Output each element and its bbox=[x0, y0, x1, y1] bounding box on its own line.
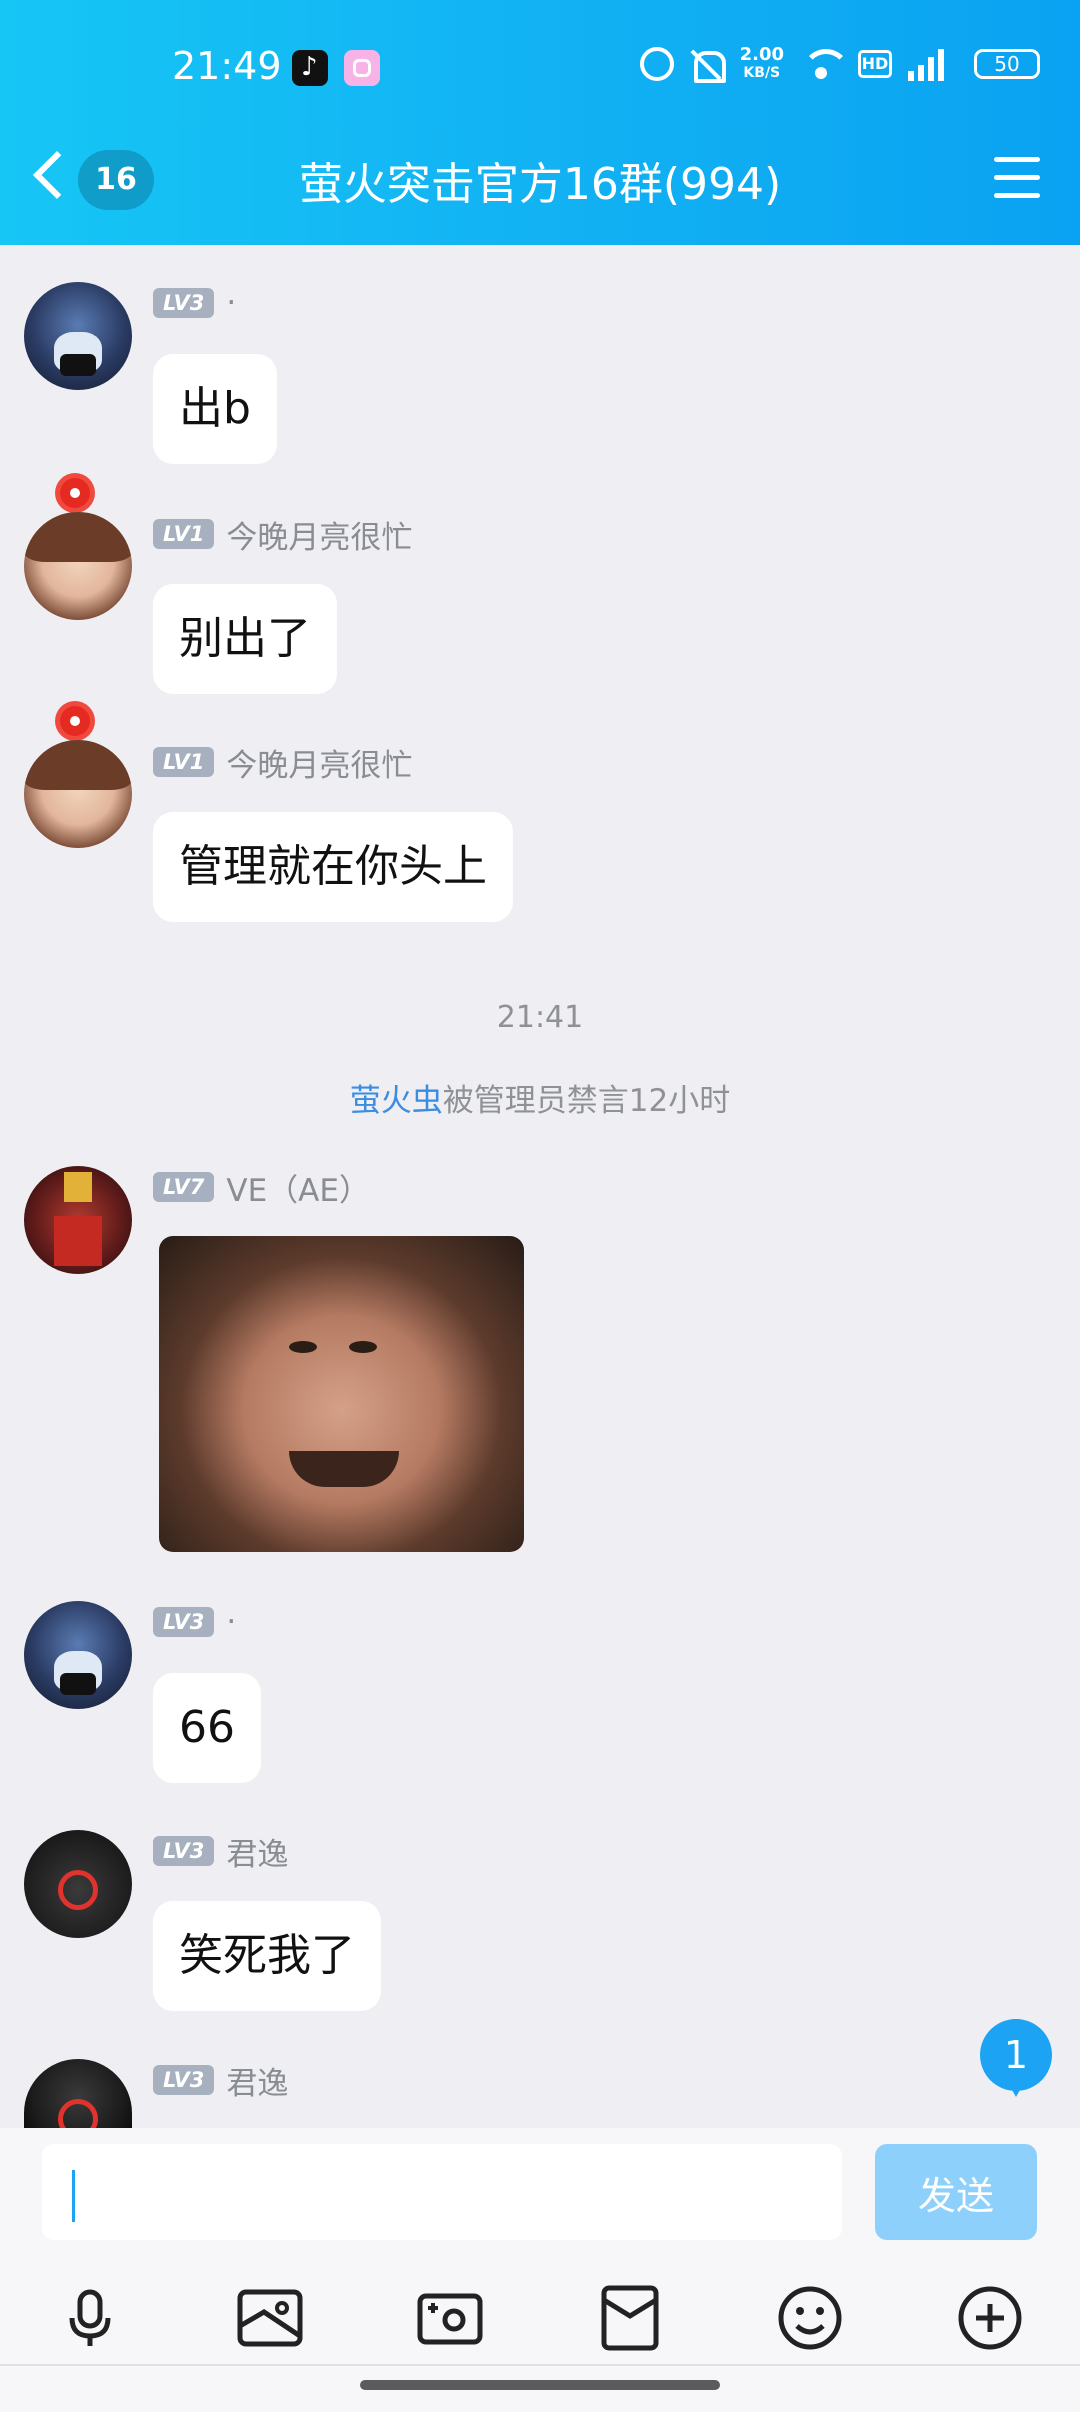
emoji-icon bbox=[778, 2286, 842, 2350]
level-badge: LV3 bbox=[153, 288, 215, 318]
message-bubble[interactable]: 出b bbox=[153, 354, 277, 464]
flower-icon bbox=[60, 478, 90, 508]
level-badge: LV3 bbox=[153, 1836, 215, 1866]
send-button[interactable]: 发送 bbox=[875, 2144, 1037, 2240]
flower-icon bbox=[60, 706, 90, 736]
sender-name[interactable]: 君逸 bbox=[226, 2058, 288, 2103]
battery-icon: 50 bbox=[974, 49, 1040, 79]
chat-title: 萤火突击官方16群(994) bbox=[298, 159, 782, 210]
menu-button[interactable] bbox=[994, 155, 1044, 201]
sender-name[interactable]: VE（AE） bbox=[226, 1165, 370, 1210]
input-area: 发送 bbox=[0, 2128, 1080, 2412]
image-button[interactable] bbox=[230, 2278, 310, 2358]
emoji-button[interactable] bbox=[770, 2278, 850, 2358]
more-button[interactable] bbox=[950, 2278, 1030, 2358]
sender-name[interactable]: 今晚月亮很忙 bbox=[226, 740, 412, 785]
mute-icon bbox=[690, 47, 726, 83]
sender-name[interactable]: · bbox=[226, 285, 236, 321]
sender-row: LV1 今晚月亮很忙 bbox=[153, 744, 412, 784]
sender-row: LV1 今晚月亮很忙 bbox=[153, 516, 412, 556]
menu-icon bbox=[994, 157, 1040, 162]
system-notice: 萤火虫被管理员禁言12小时 bbox=[0, 1075, 1080, 1120]
tiktok-icon bbox=[292, 50, 328, 86]
muted-user-link[interactable]: 萤火虫 bbox=[350, 1083, 443, 1119]
avatar[interactable] bbox=[24, 740, 132, 848]
message-bubble[interactable]: 66 bbox=[153, 1673, 261, 1783]
avatar[interactable] bbox=[24, 512, 132, 620]
status-icons: 2.00 KB/S HD 50 bbox=[639, 44, 1040, 84]
avatar[interactable] bbox=[24, 1601, 132, 1709]
red-packet-icon bbox=[601, 2285, 659, 2351]
message-input[interactable] bbox=[42, 2144, 842, 2240]
voice-button[interactable] bbox=[50, 2278, 130, 2358]
sender-row: LV3 君逸 bbox=[153, 1833, 288, 1873]
hd-icon: HD bbox=[858, 50, 892, 78]
status-time: 21:49 bbox=[172, 44, 282, 88]
system-notice-text: 被管理员禁言12小时 bbox=[442, 1083, 731, 1119]
sender-row: LV3 · bbox=[153, 1604, 236, 1640]
image-icon bbox=[237, 2289, 303, 2347]
message-bubble[interactable]: 管理就在你头上 bbox=[153, 812, 513, 922]
sender-row: LV3 君逸 bbox=[153, 2062, 288, 2102]
message-bubble[interactable]: 别出了 bbox=[153, 584, 337, 694]
sender-name[interactable]: 君逸 bbox=[226, 1829, 288, 1874]
microphone-icon bbox=[69, 2289, 111, 2346]
sticker-image[interactable] bbox=[159, 1236, 524, 1552]
message-bubble[interactable]: 笑死我了 bbox=[153, 1901, 381, 2011]
avatar[interactable] bbox=[24, 282, 132, 390]
home-indicator[interactable] bbox=[360, 2380, 720, 2390]
level-badge: LV1 bbox=[153, 519, 215, 549]
level-badge: LV3 bbox=[153, 1607, 215, 1637]
plus-icon bbox=[958, 2286, 1022, 2350]
avatar[interactable] bbox=[24, 2059, 132, 2128]
level-badge: LV1 bbox=[153, 747, 215, 777]
wifi-icon bbox=[800, 47, 850, 81]
text-caret bbox=[72, 2170, 75, 2222]
chat-header: 21:49 2.00KB/S HD 50 16 萤火突击官方16群(994) bbox=[0, 0, 1080, 245]
sender-name[interactable]: · bbox=[226, 1604, 236, 1640]
sender-row: LV3 · bbox=[153, 285, 236, 321]
signal-icon bbox=[908, 47, 958, 81]
network-speed: 2.00 KB/S bbox=[739, 44, 784, 82]
camera-app-icon bbox=[344, 50, 380, 86]
sender-name[interactable]: 今晚月亮很忙 bbox=[226, 512, 412, 557]
level-badge: LV7 bbox=[153, 1172, 215, 1202]
time-divider: 21:41 bbox=[496, 1000, 584, 1035]
alarm-icon bbox=[639, 47, 674, 81]
camera-button[interactable] bbox=[410, 2278, 490, 2358]
sender-row: LV7 VE（AE） bbox=[153, 1169, 370, 1209]
avatar[interactable] bbox=[24, 1166, 132, 1274]
level-badge: LV3 bbox=[153, 2065, 215, 2095]
camera-icon bbox=[417, 2293, 483, 2345]
red-packet-button[interactable] bbox=[590, 2278, 670, 2358]
bottom-divider bbox=[0, 2364, 1080, 2366]
new-message-badge[interactable]: 1 bbox=[980, 2019, 1052, 2097]
input-toolbar bbox=[0, 2278, 1080, 2358]
avatar[interactable] bbox=[24, 1830, 132, 1938]
